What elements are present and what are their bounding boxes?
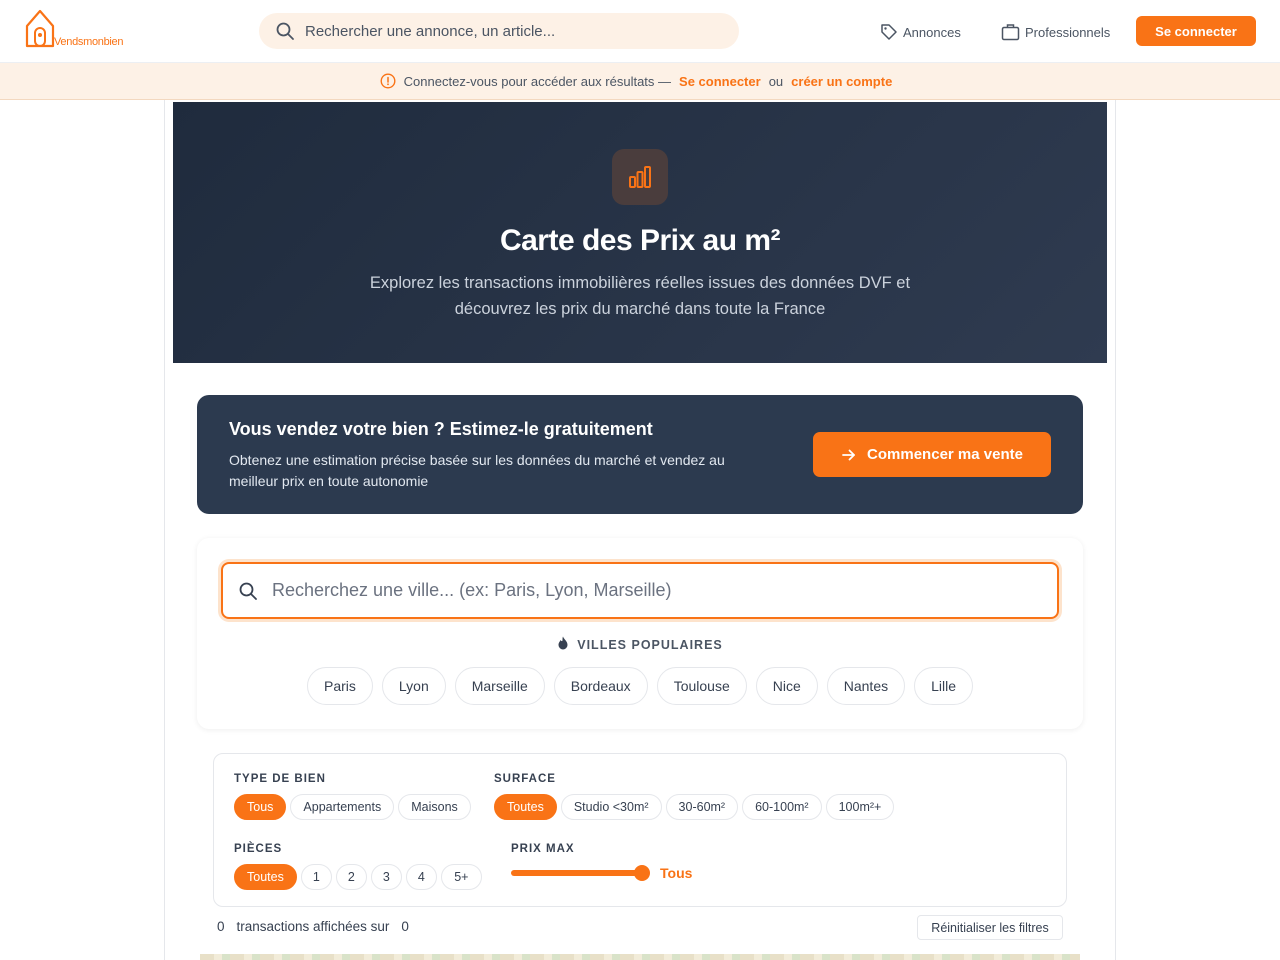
start-selling-button[interactable]: Commencer ma vente bbox=[813, 432, 1051, 477]
logo[interactable]: Vendsmonbien bbox=[24, 8, 136, 52]
briefcase-icon bbox=[1001, 24, 1020, 41]
hero-section: Carte des Prix au m² Explorez les transa… bbox=[173, 102, 1107, 363]
info-icon bbox=[380, 73, 396, 89]
city-chip-marseille[interactable]: Marseille bbox=[454, 667, 545, 705]
nav-professionnels-label: Professionnels bbox=[1025, 24, 1111, 40]
rooms-option-1[interactable]: 1 bbox=[300, 864, 332, 890]
nav-annonces[interactable]: Annonces bbox=[880, 21, 961, 43]
city-chip-bordeaux[interactable]: Bordeaux bbox=[553, 667, 648, 705]
sell-banner: Vous vendez votre bien ? Estimez-le grat… bbox=[197, 395, 1083, 514]
city-chip-lyon[interactable]: Lyon bbox=[381, 667, 446, 705]
popular-cities-list: Paris Lyon Marseille Bordeaux Toulouse N… bbox=[197, 667, 1083, 705]
results-shown-count: 0 bbox=[217, 919, 225, 934]
login-notice-bar: Connectez-vous pour accéder aux résultat… bbox=[0, 63, 1280, 100]
type-option-appartements[interactable]: Appartements bbox=[290, 794, 395, 820]
rooms-option-toutes[interactable]: Toutes bbox=[234, 864, 297, 890]
rooms-option-5-plus[interactable]: 5+ bbox=[440, 864, 482, 890]
top-navbar: Vendsmonbien Rechercher une annonce, un … bbox=[0, 0, 1280, 63]
popular-cities-heading: VILLES POPULAIRES bbox=[197, 636, 1083, 652]
global-search-input[interactable]: Rechercher une annonce, un article... bbox=[259, 13, 739, 49]
city-search-input[interactable]: Recherchez une ville... (ex: Paris, Lyon… bbox=[221, 562, 1059, 619]
rooms-option-4[interactable]: 4 bbox=[405, 864, 437, 890]
type-option-maisons[interactable]: Maisons bbox=[398, 794, 471, 820]
notice-signup-link[interactable]: créer un compte bbox=[791, 74, 892, 89]
max-price-slider-thumb[interactable] bbox=[634, 865, 650, 881]
results-text: transactions affichées sur bbox=[236, 919, 390, 934]
city-search-card: Recherchez une ville... (ex: Paris, Lyon… bbox=[197, 538, 1083, 729]
max-price-value: Tous bbox=[660, 865, 693, 881]
start-selling-label: Commencer ma vente bbox=[867, 446, 1023, 463]
search-icon bbox=[239, 582, 257, 600]
rooms-option-2[interactable]: 2 bbox=[335, 864, 367, 890]
notice-login-link[interactable]: Se connecter bbox=[679, 74, 761, 89]
type-option-tous[interactable]: Tous bbox=[234, 794, 287, 820]
city-chip-nantes[interactable]: Nantes bbox=[826, 667, 906, 705]
sell-banner-title: Vous vendez votre bien ? Estimez-le grat… bbox=[229, 419, 653, 439]
flame-icon bbox=[558, 636, 568, 650]
search-icon bbox=[276, 22, 294, 40]
max-price-slider[interactable] bbox=[511, 865, 651, 881]
arrow-right-icon bbox=[842, 449, 855, 460]
global-search-placeholder: Rechercher une annonce, un article... bbox=[305, 22, 556, 40]
nav-professionnels[interactable]: Professionnels bbox=[1001, 21, 1110, 43]
surface-option-100-plus[interactable]: 100m²+ bbox=[825, 794, 895, 820]
nav-annonces-label: Annonces bbox=[903, 24, 961, 40]
city-chip-nice[interactable]: Nice bbox=[755, 667, 818, 705]
property-type-options: Tous Appartements Maisons bbox=[234, 794, 471, 820]
map-preview[interactable] bbox=[200, 954, 1080, 960]
logo-text: Vendsmonbien bbox=[54, 36, 124, 48]
city-search-placeholder: Recherchez une ville... (ex: Paris, Lyon… bbox=[272, 580, 672, 600]
house-logo-icon bbox=[25, 9, 55, 48]
login-button[interactable]: Se connecter bbox=[1136, 16, 1256, 46]
rooms-option-3[interactable]: 3 bbox=[370, 864, 402, 890]
results-total-count: 0 bbox=[401, 919, 409, 934]
notice-or: ou bbox=[768, 73, 784, 89]
city-chip-paris[interactable]: Paris bbox=[306, 667, 373, 705]
surface-option-30-60[interactable]: 30-60m² bbox=[665, 794, 739, 820]
surface-option-toutes[interactable]: Toutes bbox=[494, 794, 557, 820]
rooms-label: PIÈCES bbox=[234, 843, 283, 855]
page-title: Carte des Prix au m² bbox=[499, 224, 781, 257]
bar-chart-icon bbox=[629, 166, 651, 188]
sell-banner-description: Obtenez une estimation précise basée sur… bbox=[229, 452, 725, 489]
popular-cities-label: VILLES POPULAIRES bbox=[577, 638, 723, 652]
page-subtitle: Explorez les transactions immobilières r… bbox=[369, 274, 911, 318]
reset-filters-button[interactable]: Réinitialiser les filtres bbox=[917, 915, 1063, 940]
city-chip-toulouse[interactable]: Toulouse bbox=[656, 667, 747, 705]
results-summary: 0 transactions affichées sur 0 bbox=[217, 919, 421, 934]
surface-option-60-100[interactable]: 60-100m² bbox=[742, 794, 822, 820]
surface-options: Toutes Studio <30m² 30-60m² 60-100m² 100… bbox=[494, 794, 895, 820]
notice-text: Connectez-vous pour accéder aux résultat… bbox=[403, 73, 672, 89]
city-chip-lille[interactable]: Lille bbox=[914, 667, 974, 705]
filters-panel: TYPE DE BIEN Tous Appartements Maisons S… bbox=[213, 753, 1067, 907]
property-type-label: TYPE DE BIEN bbox=[234, 773, 326, 785]
surface-option-studio[interactable]: Studio <30m² bbox=[560, 794, 662, 820]
rooms-options: Toutes 1 2 3 4 5+ bbox=[234, 864, 482, 890]
max-price-slider-track bbox=[511, 870, 643, 876]
hero-icon-box bbox=[612, 149, 668, 205]
surface-label: SURFACE bbox=[494, 773, 556, 785]
max-price-label: PRIX MAX bbox=[511, 843, 575, 855]
tag-icon bbox=[881, 24, 897, 40]
